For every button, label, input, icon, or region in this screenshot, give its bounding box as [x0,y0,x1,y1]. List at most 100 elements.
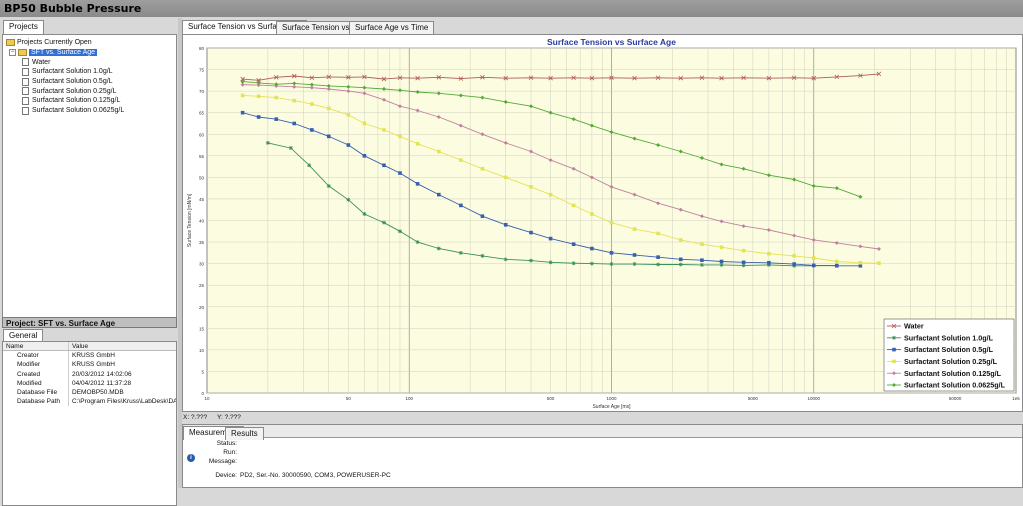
data-point [811,263,816,268]
tab-results[interactable]: Results [225,427,264,440]
data-point [529,185,533,189]
x-tick-label: 1e5 [1012,396,1020,401]
left-panel: Projects Projects Currently Open − SFT v… [0,18,178,506]
y-tick-label: 80 [199,46,205,51]
properties-header-row: Name Value [3,342,176,352]
y-tick-label: 5 [201,369,204,374]
data-point [459,203,463,208]
property-value: 04/04/2012 11:37:28 [72,379,132,387]
data-point [589,261,594,266]
y-axis-label: Surface Tension [mN/m] [187,193,193,247]
data-point [571,203,576,208]
properties-table: Name Value Creator KRUSS GmbH Modifier KRUS… [2,341,177,506]
data-point [699,262,704,267]
data-point [381,220,386,225]
data-point [719,245,724,250]
data-point [834,263,839,268]
x-axis-label: Surface Age [ms] [592,404,631,410]
data-point [700,242,704,247]
data-point [362,121,367,126]
x-tick-label: 1000 [606,396,617,401]
data-point [458,250,463,255]
data-point [503,175,508,180]
chart-tabstrip: Surface Tension vs Surface Age Surface T… [182,18,1023,34]
tree-item[interactable]: Surfactant Solution 0.25g/L [6,86,173,96]
document-icon [22,67,29,76]
collapse-icon[interactable]: − [9,49,16,57]
data-point [256,115,261,119]
property-row[interactable]: Modifier KRUSS GmbH [3,360,176,370]
data-point [571,261,576,266]
data-point [307,163,312,168]
tree-item-label: Surfactant Solution 0.0625g/L [32,107,125,115]
data-point [609,262,614,267]
y-tick-label: 40 [199,219,205,224]
data-point [719,259,724,264]
data-point [571,242,576,247]
folder-icon [6,39,15,47]
folder-icon [18,49,27,57]
property-value: KRUSS GmbH [72,352,115,360]
data-point [310,128,314,132]
data-point [609,251,614,255]
data-point [792,254,796,258]
data-point [678,238,683,242]
data-point [310,102,314,106]
property-name: Modifier [3,360,69,370]
chart-panel: Surface Tension vs Surface Age Surface T… [182,18,1023,488]
document-icon [22,96,29,105]
property-row[interactable]: Database File DEMOBP50.MDB [3,387,176,398]
data-point [590,212,594,216]
tree-item[interactable]: Surfactant Solution 0.0625g/L [6,106,173,116]
data-point [382,163,386,168]
property-value: 20/03/2012 14:02:06 [72,370,132,378]
data-point [326,134,331,139]
cursor-coordinates: X: ?.??? Y: ?.??? [182,413,1023,424]
tree-project[interactable]: − SFT vs. Surface Age [6,48,173,58]
tab-projects[interactable]: Projects [3,20,44,34]
legend-entry: Surfactant Solution 1.0g/L [904,333,994,342]
window-title: BP50 Bubble Pressure [0,0,1023,17]
run-row: Run: [183,448,1022,457]
property-value: C:\Program Files\Kruss\LabDesk\DA [72,398,176,406]
data-point [741,248,746,253]
property-value: KRUSS GmbH [72,361,115,369]
projects-tabstrip: Projects [0,18,178,34]
data-point [834,259,839,264]
tree-item-label: Water [32,58,51,66]
data-point [700,258,704,262]
column-value[interactable]: Value [69,342,176,350]
column-name[interactable]: Name [3,342,69,351]
data-point [437,192,441,197]
legend-entry: Surfactant Solution 0.125g/L [904,369,1002,378]
property-name: Database File [3,387,69,398]
tree-project-label: SFT vs. Surface Age [29,49,98,57]
tab-surface-age-vs-time[interactable]: Surface Age vs Time [349,21,435,34]
device-value: PD2, Ser.-No. 30000590, COM3, POWERUSER-… [240,472,391,479]
x-tick-label: 50000 [949,396,962,401]
data-point [346,143,351,147]
data-point [767,260,771,265]
property-row[interactable]: Created 20/03/2012 14:02:06 [3,369,176,379]
property-name: Creator [3,351,69,361]
surface-tension-chart[interactable]: 0510152025303540455055606570758010 50 100 5… [183,35,1022,411]
tree-item[interactable]: Surfactant Solution 1.0g/L [6,67,173,77]
property-row[interactable]: Creator KRUSS GmbH [3,351,176,361]
legend-entry: Surfactant Solution 0.5g/L [904,345,994,354]
tree-item[interactable]: Surfactant Solution 0.125g/L [6,96,173,106]
data-point [415,141,420,146]
y-tick-label: 55 [199,154,205,159]
tree-item[interactable]: Surfactant Solution 0.5g/L [6,77,173,87]
property-row[interactable]: Database Path C:\Program Files\Kruss\LabD… [3,397,176,407]
y-tick-label: 35 [199,240,205,245]
chart-area: 0 5 10 15 20 25 30 35 40 45 50 55 60 65 70 75 80 10 50 100 5… [182,34,1023,412]
data-point [548,260,553,265]
data-point [382,128,386,132]
device-row: Device: PD2, Ser.-No. 30000590, COM3, POW… [183,471,1022,480]
legend-entry: Surfactant Solution 0.0625g/L [904,381,1006,390]
tree-item[interactable]: Water [6,57,173,67]
data-point [632,227,637,231]
property-row[interactable]: Modified 04/04/2012 11:37:28 [3,378,176,388]
tree-root[interactable]: Projects Currently Open [6,38,173,48]
tree-root-label: Projects Currently Open [17,39,92,47]
